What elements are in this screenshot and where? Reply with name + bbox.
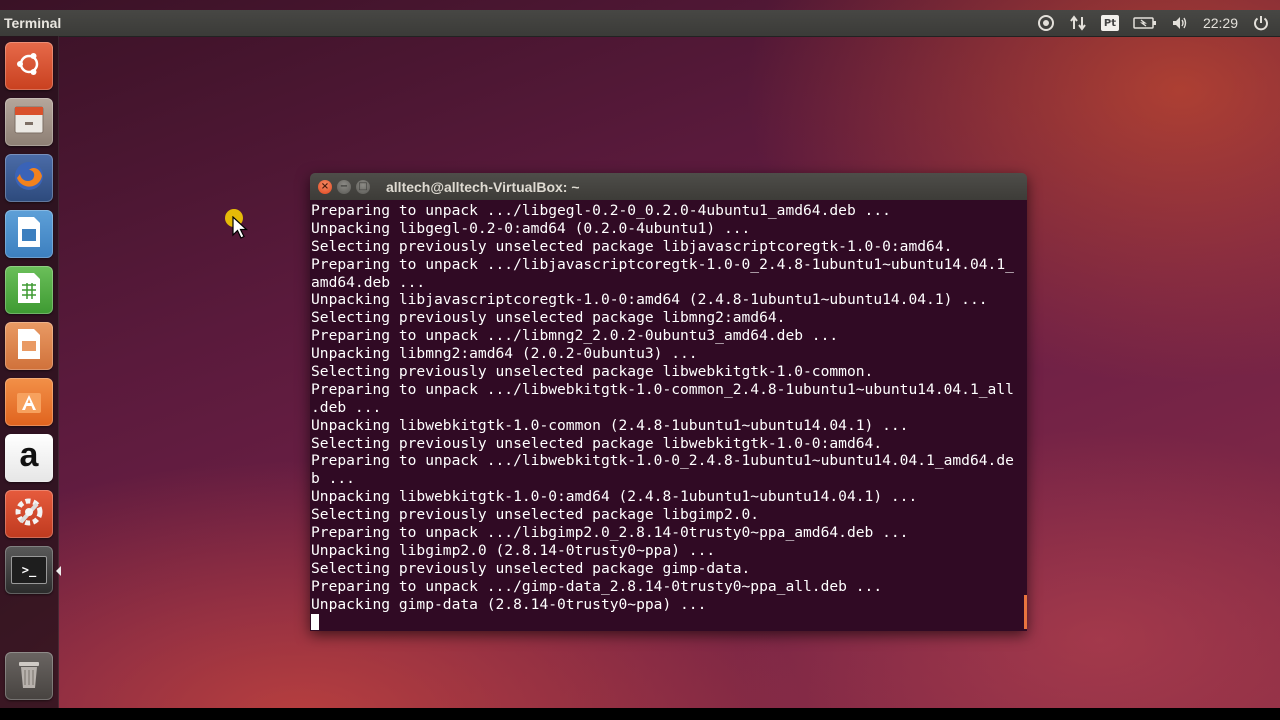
top-panel: Terminal Pt 22:29: [0, 10, 1280, 36]
terminal-output[interactable]: Preparing to unpack .../libgegl-0.2-0_0.…: [310, 200, 1027, 631]
terminal-line: Preparing to unpack .../libwebkitgtk-1.0…: [311, 380, 1014, 398]
terminal-line: .deb ...: [311, 398, 382, 416]
terminal-line: Selecting previously unselected package …: [311, 363, 874, 381]
maximize-button[interactable]: □: [356, 179, 370, 194]
active-app-title: Terminal: [4, 15, 62, 31]
unity-launcher: a >_: [0, 36, 61, 708]
minimize-button[interactable]: −: [337, 179, 351, 194]
text-cursor: [311, 614, 319, 631]
terminal-line: Unpacking libwebkitgtk-1.0-common (2.4.8…: [311, 416, 909, 434]
terminal-line: Selecting previously unselected package …: [311, 559, 751, 577]
terminal-window[interactable]: × − □ alltech@alltech-VirtualBox: ~ Prep…: [310, 173, 1027, 631]
terminal-line: Unpacking libgimp2.0 (2.8.14-0trusty0~pp…: [311, 541, 716, 559]
terminal-line: Selecting previously unselected package …: [311, 237, 953, 255]
launcher-item-trash[interactable]: [5, 652, 53, 700]
terminal-line: b ...: [311, 470, 355, 488]
window-titlebar[interactable]: × − □ alltech@alltech-VirtualBox: ~: [310, 173, 1027, 200]
terminal-line: Unpacking libjavascriptcoregtk-1.0-0:amd…: [311, 291, 988, 309]
clock[interactable]: 22:29: [1203, 15, 1238, 31]
trash-icon: [14, 657, 44, 695]
launcher-item-terminal[interactable]: >_: [5, 546, 53, 594]
launcher-item-system-settings[interactable]: [5, 490, 53, 538]
terminal-line: Unpacking libwebkitgtk-1.0-0:amd64 (2.4.…: [311, 488, 918, 506]
mouse-pointer-icon: [232, 215, 249, 244]
firefox-icon: [11, 158, 47, 198]
terminal-line: Preparing to unpack .../libwebkitgtk-1.0…: [311, 452, 1014, 470]
pt-keyboard-indicator[interactable]: Pt: [1100, 15, 1119, 31]
terminal-line: amd64.deb ...: [311, 273, 426, 291]
volume-icon[interactable]: [1171, 15, 1189, 31]
terminal-line: Preparing to unpack .../gimp-data_2.8.14…: [311, 577, 883, 595]
launcher-item-firefox[interactable]: [5, 154, 53, 202]
gear-icon[interactable]: [1037, 14, 1055, 32]
terminal-line: Preparing to unpack .../libgegl-0.2-0_0.…: [311, 202, 891, 219]
settings-wrench-icon: [12, 495, 46, 533]
window-title: alltech@alltech-VirtualBox: ~: [386, 178, 580, 195]
launcher-item-dash[interactable]: [5, 42, 53, 90]
ubuntu-logo-icon: [14, 49, 44, 83]
terminal-lines: Preparing to unpack .../libgegl-0.2-0_0.…: [311, 202, 1027, 613]
calc-spreadsheet-icon: [14, 271, 44, 309]
terminal-line: Unpacking gimp-data (2.8.14-0trusty0~ppa…: [311, 595, 707, 613]
close-button[interactable]: ×: [318, 179, 332, 194]
writer-document-icon: [14, 215, 44, 253]
active-app-indicator: [56, 566, 61, 576]
terminal-line: Preparing to unpack .../libjavascriptcor…: [311, 255, 1014, 273]
launcher-item-writer[interactable]: [5, 210, 53, 258]
terminal-line: Unpacking libgegl-0.2-0:amd64 (0.2.0-4ub…: [311, 219, 751, 237]
network-updown-icon[interactable]: [1069, 14, 1087, 32]
launcher-item-software-center[interactable]: [5, 378, 53, 426]
terminal-prompt-glyph: >_: [21, 563, 37, 577]
amazon-icon: a: [19, 436, 39, 474]
indicator-area: Pt 22:29: [1037, 14, 1280, 32]
launcher-item-impress[interactable]: [5, 322, 53, 370]
battery-icon[interactable]: [1133, 16, 1157, 30]
terminal-line: Selecting previously unselected package …: [311, 309, 786, 327]
terminal-line: Unpacking libmng2:amd64 (2.0.2-0ubuntu3)…: [311, 345, 698, 363]
launcher-item-calc[interactable]: [5, 266, 53, 314]
power-icon[interactable]: [1252, 14, 1270, 32]
file-cabinet-icon: [12, 103, 46, 141]
scroll-position-indicator: [1024, 595, 1027, 629]
terminal-line: Preparing to unpack .../libmng2_2.0.2-0u…: [311, 327, 839, 345]
terminal-icon: >_: [11, 556, 47, 584]
launcher-item-amazon[interactable]: a: [5, 434, 53, 482]
software-center-icon: [13, 384, 45, 420]
impress-presentation-icon: [14, 327, 44, 365]
terminal-line: Selecting previously unselected package …: [311, 434, 883, 452]
launcher-item-files[interactable]: [5, 98, 53, 146]
terminal-prompt-line[interactable]: [311, 613, 1027, 631]
screen-bottom-edge: [0, 708, 1280, 720]
terminal-line: Selecting previously unselected package …: [311, 506, 760, 524]
terminal-line: Preparing to unpack .../libgimp2.0_2.8.1…: [311, 524, 909, 542]
